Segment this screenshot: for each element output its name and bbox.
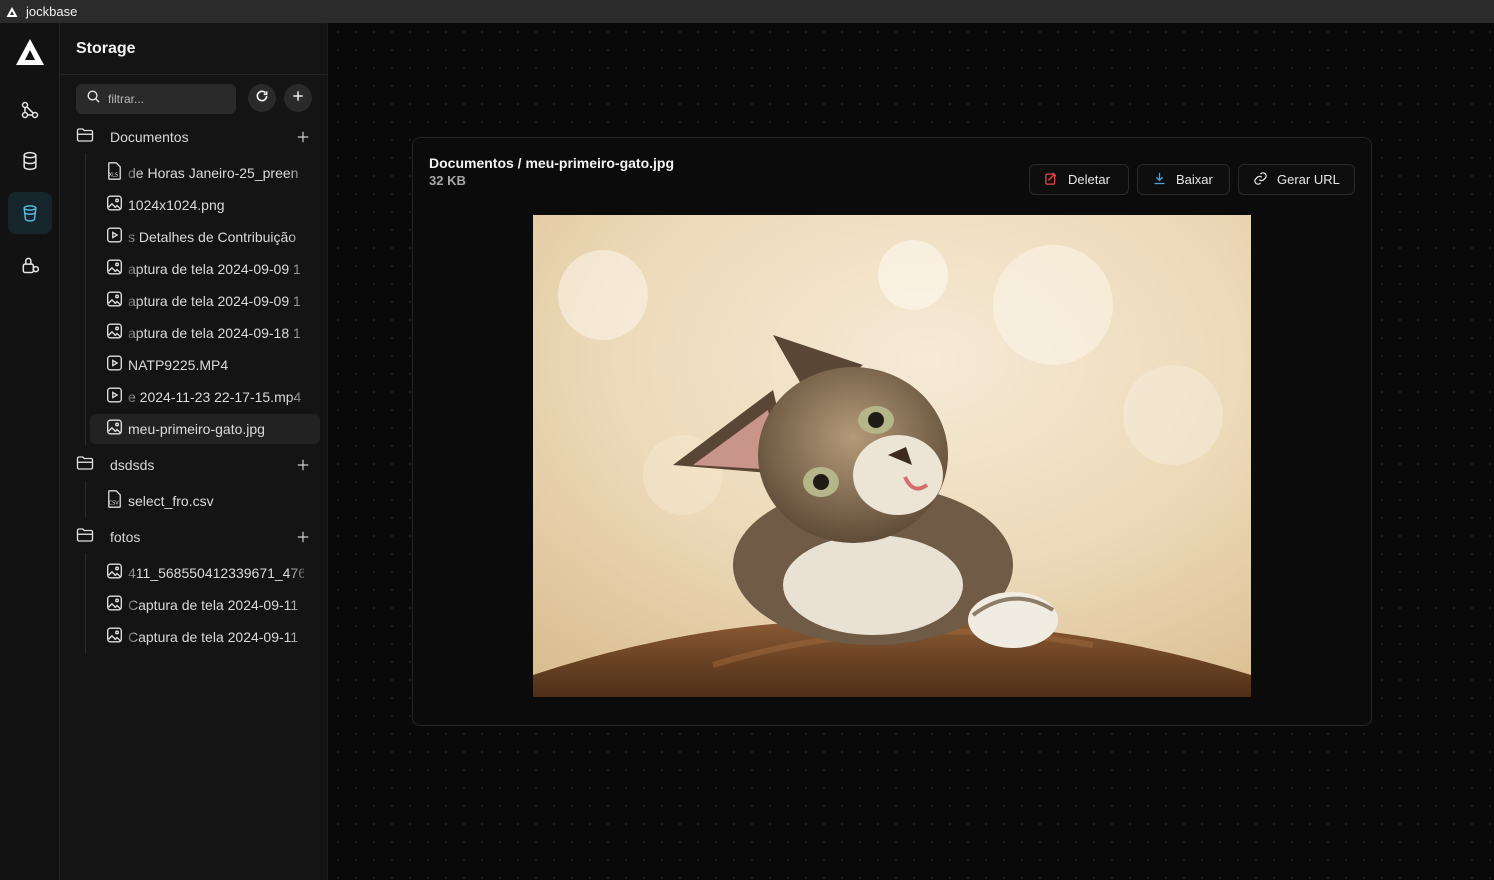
video-file-icon [106,386,123,409]
file-item[interactable]: Captura de tela 2024-09-11 [90,590,320,620]
file-item[interactable]: 411_568550412339671_476 [90,558,320,588]
brand-logo-icon[interactable] [14,37,46,69]
folder-icon [76,127,94,148]
app-logo-icon [5,5,19,19]
file-name: Captura de tela 2024-09-11 [128,629,299,645]
file-item[interactable]: aptura de tela 2024-09-18 1 [90,318,320,348]
file-path: Documentos / meu-primeiro-gato.jpg [429,155,675,171]
folder-icon [76,455,94,476]
database-icon[interactable] [8,140,52,182]
delete-icon [1044,171,1059,189]
file-name: select_fro.csv [128,493,214,509]
image-file-icon [106,594,123,617]
search-icon [86,89,101,109]
file-item-selected[interactable]: meu-primeiro-gato.jpg [90,414,320,444]
filter-field[interactable] [76,84,236,114]
file-item[interactable]: s Detalhes de Contribuição [90,222,320,252]
window-titlebar: jockbase [0,0,1494,23]
file-name: Captura de tela 2024-09-11 [128,597,299,613]
download-button[interactable]: Baixar [1137,164,1230,195]
folder-fotos[interactable]: fotos [76,525,312,549]
sidebar-title: Storage [76,40,136,57]
file-name: de Horas Janeiro-25_preen [128,165,299,181]
file-item[interactable]: XLS de Horas Janeiro-25_preen [90,158,320,188]
xls-file-icon: XLS [106,161,123,185]
add-file-button[interactable] [294,128,312,146]
storage-sidebar: Storage Documentos XLS de Horas Janeiro-… [60,23,328,880]
folder-name: dsdsds [110,457,155,473]
svg-text:XLS: XLS [109,172,118,178]
delete-button[interactable]: Deletar [1029,164,1129,195]
file-item[interactable]: NATP9225.MP4 [90,350,320,380]
plus-icon [291,89,305,108]
csv-file-icon: CSV [106,489,123,513]
window-title: jockbase [26,4,78,19]
file-name: s Detalhes de Contribuição [128,229,297,245]
folder-documentos[interactable]: Documentos [76,125,312,149]
file-size: 32 KB [429,173,466,188]
file-item[interactable]: e 2024-11-23 22-17-15.mp4 [90,382,320,412]
folder-dsdsds[interactable]: dsdsds [76,453,312,477]
folder-name: Documentos [110,129,189,145]
image-preview [533,215,1251,697]
add-file-button[interactable] [294,528,312,546]
file-name: 411_568550412339671_476 [128,565,304,581]
file-name: 1024x1024.png [128,197,225,213]
main-canvas: Documentos / meu-primeiro-gato.jpg 32 KB… [329,23,1494,880]
download-label: Baixar [1176,172,1213,187]
image-file-icon [106,194,123,217]
svg-text:CSV: CSV [109,500,120,506]
download-icon [1152,171,1167,189]
file-name: e 2024-11-23 22-17-15.mp4 [128,389,302,405]
file-item[interactable]: aptura de tela 2024-09-09 1 [90,254,320,284]
sidebar-divider [60,74,328,75]
nav-rail [0,23,60,880]
file-preview-card: Documentos / meu-primeiro-gato.jpg 32 KB… [412,137,1372,726]
generate-url-label: Gerar URL [1277,172,1340,187]
refresh-icon [255,89,269,108]
folder-icon [76,527,94,548]
video-file-icon [106,354,123,377]
file-item[interactable]: aptura de tela 2024-09-09 1 [90,286,320,316]
file-item[interactable]: 1024x1024.png [90,190,320,220]
file-name: aptura de tela 2024-09-09 1 [128,293,301,309]
image-file-icon [106,322,123,345]
add-file-button[interactable] [294,456,312,474]
image-file-icon [106,626,123,649]
graph-icon[interactable] [8,89,52,131]
refresh-button[interactable] [248,84,276,112]
file-name: aptura de tela 2024-09-09 1 [128,261,301,277]
file-name: meu-primeiro-gato.jpg [128,421,265,437]
image-file-icon [106,258,123,281]
tree-guide [85,553,86,653]
generate-url-button[interactable]: Gerar URL [1238,164,1355,195]
image-file-icon [106,290,123,313]
image-file-icon [106,562,123,585]
file-item[interactable]: CSV select_fro.csv [90,486,320,516]
storage-icon[interactable] [8,192,52,234]
filter-input[interactable] [108,92,218,106]
tree-guide [85,153,86,445]
file-item[interactable]: Captura de tela 2024-09-11 [90,622,320,652]
video-file-icon [106,226,123,249]
link-icon [1253,171,1268,189]
file-name: aptura de tela 2024-09-18 1 [128,325,301,341]
file-name: NATP9225.MP4 [128,357,229,373]
folder-name: fotos [110,529,141,545]
image-file-icon [106,418,123,441]
delete-label: Deletar [1068,172,1110,187]
tree-guide [85,481,86,517]
new-bucket-button[interactable] [284,84,312,112]
lock-icon[interactable] [8,244,52,286]
